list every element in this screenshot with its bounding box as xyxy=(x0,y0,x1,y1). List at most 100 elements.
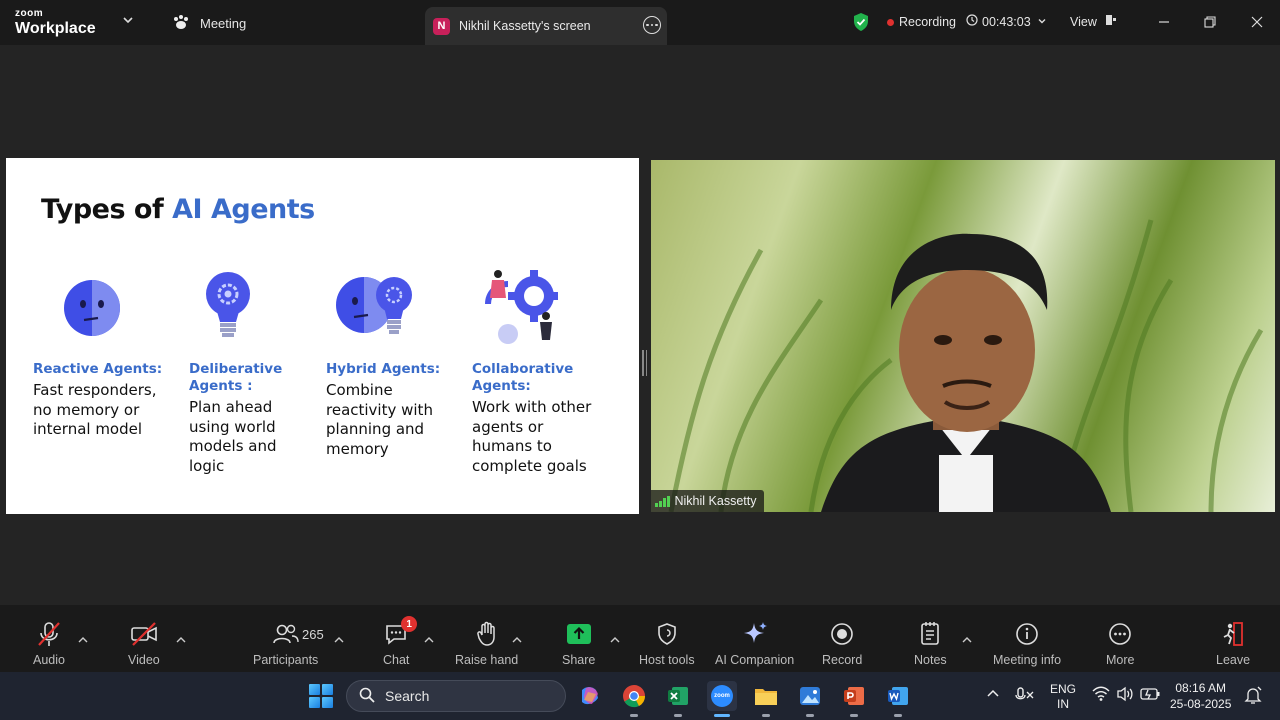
powerpoint-app-icon[interactable] xyxy=(839,681,869,717)
leave-button[interactable]: Leave xyxy=(1216,619,1250,667)
security-shield-icon[interactable] xyxy=(852,12,870,32)
word-app-icon[interactable] xyxy=(883,681,913,717)
video-button[interactable]: Video xyxy=(128,619,160,667)
notes-options-caret-icon[interactable] xyxy=(962,631,972,649)
recording-indicator[interactable]: Recording xyxy=(887,15,956,29)
region-code: IN xyxy=(1057,697,1069,711)
participants-label: Participants xyxy=(253,653,319,667)
agent-hybrid: Hybrid Agents: Combine reactivity with p… xyxy=(326,361,450,459)
raise-hand-button[interactable]: Raise hand xyxy=(455,619,518,667)
agent-description: Combine reactivity with planning and mem… xyxy=(326,381,433,458)
timer-text: 00:43:03 xyxy=(982,14,1031,29)
chrome-app-icon[interactable] xyxy=(619,681,649,717)
restore-icon[interactable] xyxy=(1198,10,1222,34)
meeting-toolbar: Audio Video Participants 265 1 Chat Rais… xyxy=(0,605,1280,672)
participants-options-caret-icon[interactable] xyxy=(334,631,344,649)
taskbar-search-input[interactable]: Search xyxy=(346,680,566,712)
language-code: ENG xyxy=(1050,682,1077,696)
volume-icon[interactable] xyxy=(1116,686,1134,705)
file-explorer-icon[interactable] xyxy=(751,681,781,717)
participant-name: Nikhil Kassetty xyxy=(674,494,757,508)
meeting-timer[interactable]: 00:43:03 xyxy=(966,14,1047,29)
share-screen-icon xyxy=(566,619,592,649)
zoom-app-text: zoom xyxy=(714,693,730,699)
clock-date: 25-08-2025 xyxy=(1170,697,1232,711)
excel-app-icon[interactable] xyxy=(663,681,693,717)
notes-label: Notes xyxy=(914,653,947,667)
notes-button[interactable]: Notes xyxy=(914,619,947,667)
screen-tab-label: Nikhil Kassetty's screen xyxy=(459,19,591,33)
participants-count: 265 xyxy=(302,627,324,642)
video-frame-illustration xyxy=(668,219,1264,512)
audio-button[interactable]: Audio xyxy=(33,619,65,667)
meeting-info-button[interactable]: Meeting info xyxy=(993,619,1061,667)
ai-companion-button[interactable]: AI Companion xyxy=(715,619,794,667)
agent-description: Fast responders, no memory or internal m… xyxy=(33,381,157,438)
notification-bell-icon[interactable] xyxy=(1244,685,1262,708)
agent-heading: Collaborative Agents: xyxy=(472,361,574,394)
windows-start-icon[interactable] xyxy=(309,684,333,708)
clock-time: 08:16 AM xyxy=(1175,681,1227,695)
agent-reactive: Reactive Agents: Fast responders, no mem… xyxy=(33,361,173,440)
wifi-icon[interactable] xyxy=(1092,686,1110,705)
slide-title-plain: Types of xyxy=(41,194,173,225)
participant-video[interactable]: Nikhil Kassetty xyxy=(651,160,1275,512)
running-indicator xyxy=(762,714,770,717)
camera-off-icon xyxy=(129,619,159,649)
agent-heading: Hybrid Agents: xyxy=(326,361,441,377)
minimize-icon[interactable] xyxy=(1152,10,1176,34)
chevron-down-icon[interactable] xyxy=(121,13,135,32)
more-button[interactable]: More xyxy=(1106,619,1134,667)
running-indicator xyxy=(850,714,858,717)
agent-description: Work with other agents or humans to comp… xyxy=(472,398,592,475)
host-tools-label: Host tools xyxy=(639,653,695,667)
copilot-app-icon[interactable] xyxy=(575,681,605,711)
agent-deliberative: Deliberative Agents : Plan ahead using w… xyxy=(189,361,307,476)
audio-options-caret-icon[interactable] xyxy=(78,631,88,649)
reactions-caret-icon[interactable] xyxy=(512,631,522,649)
agent-heading: Reactive Agents: xyxy=(33,361,163,377)
tab-shared-screen[interactable]: N Nikhil Kassetty's screen xyxy=(425,7,667,45)
record-button[interactable]: Record xyxy=(822,619,862,667)
hybrid-face-bulb-icon xyxy=(334,273,416,345)
more-label: More xyxy=(1106,653,1135,667)
lightbulb-gear-icon xyxy=(204,270,252,350)
record-icon xyxy=(830,619,854,649)
tray-overflow-chevron-icon[interactable] xyxy=(987,687,999,701)
share-label: Share xyxy=(562,653,596,667)
battery-icon[interactable] xyxy=(1140,687,1160,704)
zoom-workplace-logo: zoom Workplace xyxy=(15,9,96,37)
share-options-caret-icon[interactable] xyxy=(610,631,620,649)
agent-description: Plan ahead using world models and logic xyxy=(189,398,277,475)
video-options-caret-icon[interactable] xyxy=(176,631,186,649)
input-language-indicator[interactable]: ENG IN xyxy=(1050,682,1076,712)
view-label: View xyxy=(1070,14,1097,29)
zoom-app-icon[interactable]: zoom xyxy=(707,681,737,717)
system-clock[interactable]: 08:16 AM 25-08-2025 xyxy=(1170,680,1231,712)
view-button[interactable]: View xyxy=(1070,14,1117,29)
shared-slide: Types of AI Agents Reactive Agents: Fast… xyxy=(6,158,639,514)
running-indicator xyxy=(714,714,730,717)
chat-options-caret-icon[interactable] xyxy=(424,631,434,649)
shield-icon xyxy=(656,619,678,649)
meeting-tab[interactable]: Meeting xyxy=(172,14,246,33)
chat-label: Chat xyxy=(383,653,410,667)
share-button[interactable]: Share xyxy=(562,619,595,667)
meeting-tab-label: Meeting xyxy=(200,16,247,31)
more-options-icon[interactable] xyxy=(643,16,661,34)
leave-door-icon xyxy=(1221,619,1245,649)
participant-initial-badge: N xyxy=(433,17,450,35)
slide-title-accent: AI Agents xyxy=(172,194,315,225)
recording-label: Recording xyxy=(899,15,956,29)
voice-access-icon[interactable] xyxy=(1015,686,1035,707)
split-resize-handle[interactable] xyxy=(642,350,648,376)
signal-strength-icon xyxy=(655,495,670,507)
chat-button[interactable]: 1 Chat xyxy=(383,616,418,667)
host-tools-button[interactable]: Host tools xyxy=(639,619,695,667)
close-icon[interactable] xyxy=(1245,10,1269,34)
meeting-stage: Types of AI Agents Reactive Agents: Fast… xyxy=(0,45,1280,605)
sparkle-icon xyxy=(742,619,768,649)
photos-app-icon[interactable] xyxy=(795,681,825,717)
face-icon xyxy=(62,278,122,342)
title-bar: zoom Workplace Meeting N Nikhil Kassetty… xyxy=(0,0,1280,45)
